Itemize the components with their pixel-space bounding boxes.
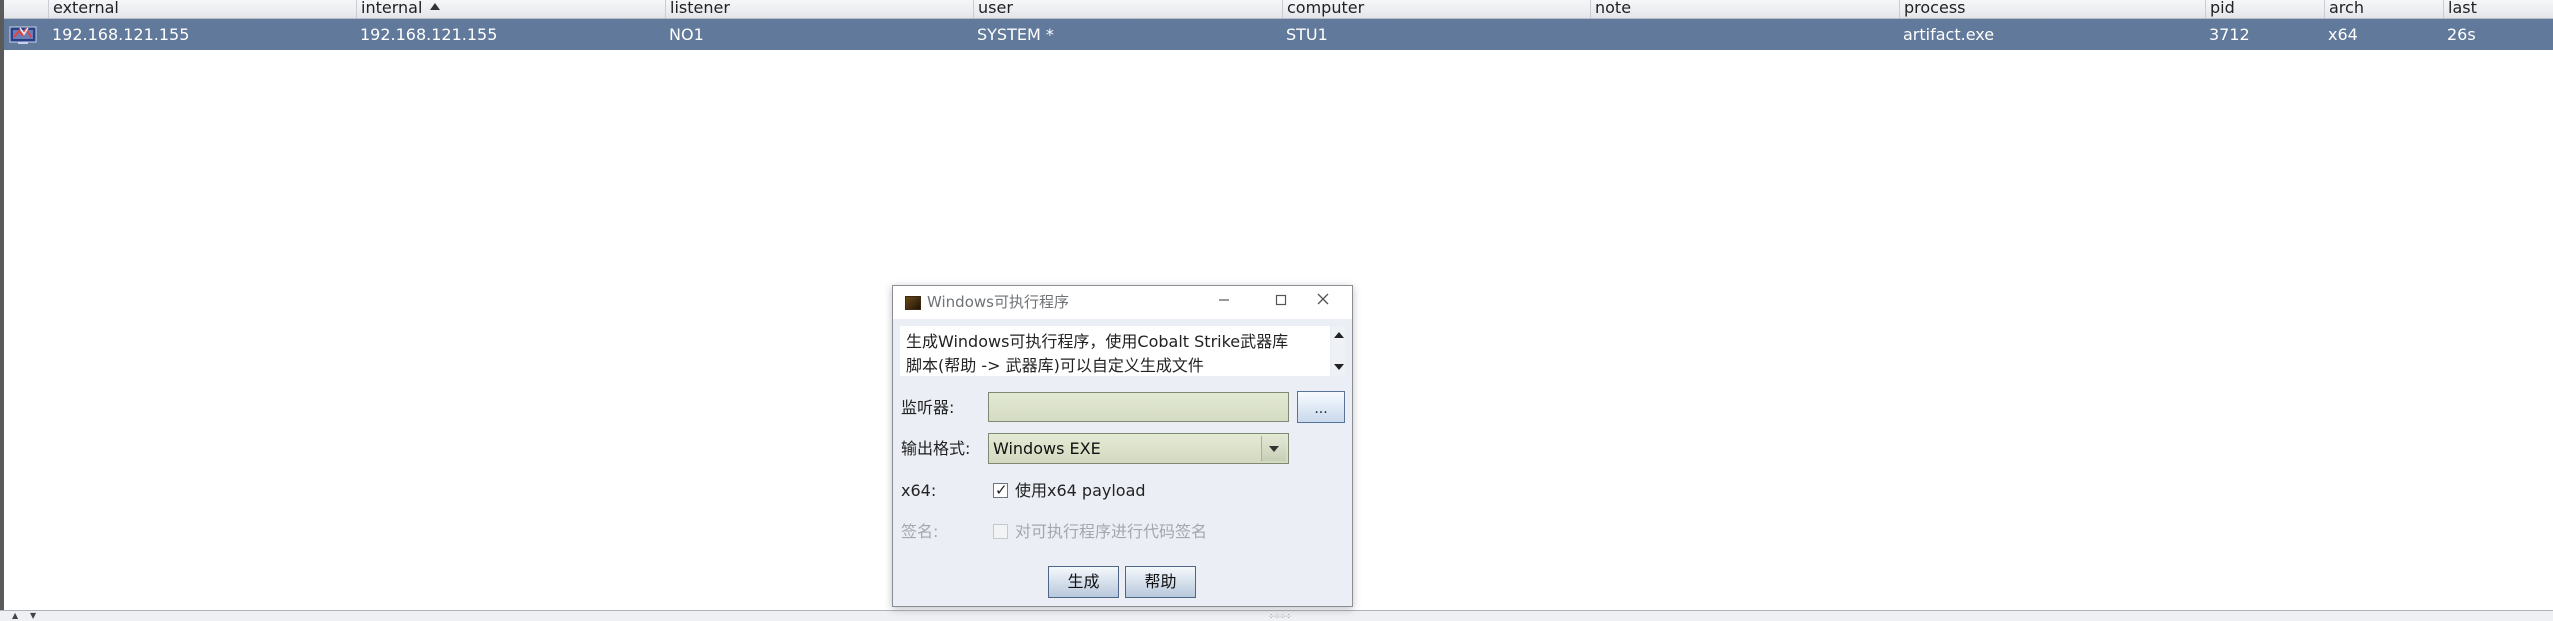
minimize-icon bbox=[1219, 299, 1229, 301]
column-header-arch[interactable]: arch bbox=[2324, 0, 2443, 18]
description-line: 生成Windows可执行程序，使用Cobalt Strike武器库 bbox=[906, 332, 1289, 351]
output-format-select[interactable]: Windows EXE bbox=[988, 433, 1289, 464]
listener-field[interactable] bbox=[988, 392, 1289, 422]
output-format-value: Windows EXE bbox=[993, 439, 1101, 458]
column-header-label: computer bbox=[1287, 0, 1365, 17]
cell-listener: NO1 bbox=[669, 25, 704, 44]
description-scrollbar[interactable] bbox=[1332, 326, 1345, 376]
column-header-internal[interactable]: internal bbox=[356, 0, 665, 18]
column-header-label: pid bbox=[2210, 0, 2235, 17]
expand-up-icon[interactable]: ▲ bbox=[12, 612, 18, 620]
expand-down-icon[interactable]: ▼ bbox=[30, 612, 36, 620]
column-header-label: listener bbox=[670, 0, 730, 17]
generate-button[interactable]: 生成 bbox=[1048, 566, 1119, 598]
cell-internal: 192.168.121.155 bbox=[360, 25, 498, 44]
close-button[interactable] bbox=[1303, 290, 1343, 314]
cell-external: 192.168.121.155 bbox=[52, 25, 190, 44]
help-button[interactable]: 帮助 bbox=[1125, 566, 1196, 598]
column-header-label: internal bbox=[361, 0, 423, 17]
column-header-label: external bbox=[53, 0, 119, 17]
column-header-external[interactable]: external bbox=[48, 0, 356, 18]
cell-process: artifact.exe bbox=[1903, 25, 1995, 44]
sign-label: 签名: bbox=[901, 522, 939, 541]
cell-last: 26s bbox=[2447, 25, 2476, 44]
cell-arch: x64 bbox=[2328, 25, 2358, 44]
close-icon bbox=[1317, 293, 1329, 305]
column-header-note[interactable]: note bbox=[1590, 0, 1899, 18]
cell-pid: 3712 bbox=[2209, 25, 2250, 44]
beacon-session-icon bbox=[9, 26, 37, 44]
column-header-process[interactable]: process bbox=[1899, 0, 2205, 18]
maximize-button[interactable] bbox=[1261, 290, 1301, 314]
column-header-computer[interactable]: computer bbox=[1282, 0, 1590, 18]
column-header-listener[interactable]: listener bbox=[665, 0, 973, 18]
column-header-last[interactable]: last bbox=[2443, 0, 2553, 18]
table-row[interactable]: 192.168.121.155 192.168.121.155 NO1 SYST… bbox=[4, 19, 2553, 50]
description-line: 脚本(帮助 -> 武器库)可以自定义生成文件 bbox=[906, 356, 1204, 375]
column-header-pid[interactable]: pid bbox=[2205, 0, 2324, 18]
column-header-label: process bbox=[1904, 0, 1966, 17]
maximize-icon bbox=[1275, 294, 1287, 306]
dialog-titlebar[interactable]: Windows可执行程序 bbox=[893, 286, 1352, 319]
app-icon bbox=[905, 296, 921, 310]
listener-label: 监听器: bbox=[901, 398, 955, 417]
column-header-label: note bbox=[1595, 0, 1632, 17]
x64-checkbox-label[interactable]: 使用x64 payload bbox=[1015, 481, 1146, 501]
column-header-label: arch bbox=[2329, 0, 2364, 17]
browse-listener-button[interactable]: ... bbox=[1297, 391, 1345, 423]
cell-computer: STU1 bbox=[1286, 25, 1328, 44]
left-edge-strip bbox=[0, 0, 4, 620]
cell-user: SYSTEM * bbox=[977, 25, 1054, 44]
sign-checkbox[interactable] bbox=[993, 524, 1008, 539]
split-pane-divider[interactable]: ▲ ▼ ⁘⁘⁘⁘ bbox=[0, 610, 2553, 621]
chevron-down-icon[interactable] bbox=[1261, 436, 1286, 461]
dialog-title: Windows可执行程序 bbox=[927, 293, 1069, 311]
output-format-label: 输出格式: bbox=[901, 439, 971, 458]
column-header-icon[interactable] bbox=[4, 0, 48, 18]
column-header-label: user bbox=[978, 0, 1013, 17]
minimize-button[interactable] bbox=[1204, 290, 1244, 314]
scroll-up-icon[interactable] bbox=[1334, 332, 1344, 338]
windows-executable-dialog: Windows可执行程序 生成Windows可执行程序，使用Cobalt Str… bbox=[892, 285, 1353, 607]
table-header: external internal listener user computer… bbox=[4, 0, 2553, 19]
column-header-label: last bbox=[2448, 0, 2477, 17]
x64-checkbox[interactable] bbox=[993, 481, 1008, 499]
description-text-area: 生成Windows可执行程序，使用Cobalt Strike武器库 脚本(帮助 … bbox=[900, 326, 1330, 376]
sign-checkbox-label[interactable]: 对可执行程序进行代码签名 bbox=[1015, 522, 1207, 542]
x64-label: x64: bbox=[901, 481, 937, 500]
column-header-user[interactable]: user bbox=[973, 0, 1282, 18]
sort-ascending-icon bbox=[430, 3, 441, 10]
scroll-down-icon[interactable] bbox=[1334, 364, 1344, 370]
description-text: 生成Windows可执行程序，使用Cobalt Strike武器库 脚本(帮助 … bbox=[906, 330, 1326, 378]
